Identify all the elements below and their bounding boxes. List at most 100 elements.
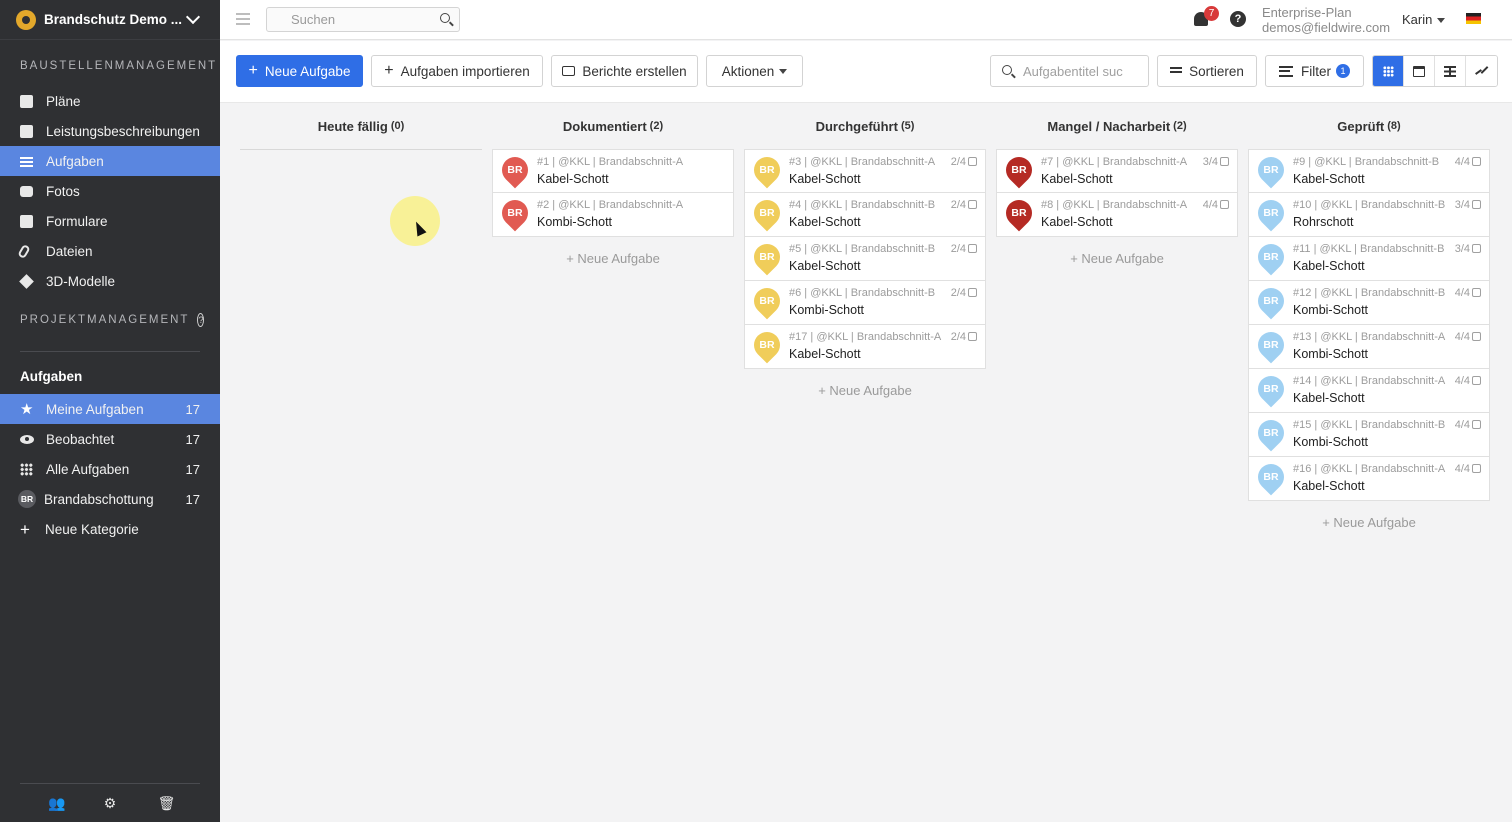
task-card[interactable]: BR #16 | @KKL | Brandabschnitt-A Kabel-Sch… bbox=[1248, 457, 1490, 501]
task-category-badge: BR bbox=[1263, 471, 1279, 483]
checklist-progress: 4/4 bbox=[1455, 419, 1481, 431]
task-card[interactable]: BR #7 | @KKL | Brandabschnitt-A Kabel-Scho… bbox=[996, 149, 1238, 193]
chart-view-button[interactable] bbox=[1466, 56, 1497, 86]
calendar-view-button[interactable] bbox=[1404, 56, 1435, 86]
category-item-5[interactable]: + Neue Kategorie bbox=[0, 514, 220, 544]
task-card[interactable]: BR #4 | @KKL | Brandabschnitt-B Kabel-Scho… bbox=[744, 193, 986, 237]
task-category-badge: BR bbox=[507, 207, 523, 219]
task-meta: #3 | @KKL | Brandabschnitt-A bbox=[789, 156, 936, 168]
checklist-count: 4/4 bbox=[1202, 199, 1218, 211]
add-task-link[interactable]: + Neue Aufgabe bbox=[744, 383, 986, 398]
sidebar: Brandschutz Demo ... BAUSTELLENMANAGEMEN… bbox=[0, 0, 220, 822]
task-categories: ★ Meine Aufgaben 17 Beobachtet 17 Alle Aufgab… bbox=[0, 394, 220, 544]
checklist-progress: 2/4 bbox=[951, 287, 977, 299]
task-card[interactable]: BR #14 | @KKL | Brandabschnitt-A Kabel-Sch… bbox=[1248, 369, 1490, 413]
checkbox-icon bbox=[1220, 157, 1229, 166]
sort-button[interactable]: Sortieren bbox=[1157, 55, 1257, 87]
sidebar-footer: 👥 ⚙ 🗑 bbox=[0, 783, 220, 822]
task-card[interactable]: BR #13 | @KKL | Brandabschnitt-A Kombi-Sch… bbox=[1248, 325, 1490, 369]
filter-label: Filter bbox=[1301, 63, 1331, 79]
sidebar-item-2[interactable]: Leistungsbeschreibungen bbox=[0, 116, 220, 146]
task-card[interactable]: BR #12 | @KKL | Brandabschnitt-B Kombi-Sch… bbox=[1248, 281, 1490, 325]
task-card[interactable]: BR #9 | @KKL | Brandabschnitt-B Kabel-Scho… bbox=[1248, 149, 1490, 193]
task-card[interactable]: BR #8 | @KKL | Brandabschnitt-A Kabel-Scho… bbox=[996, 193, 1238, 237]
create-reports-button[interactable]: Berichte erstellen bbox=[551, 55, 698, 87]
category-item-3[interactable]: Alle Aufgaben 17 bbox=[0, 454, 220, 484]
trash-icon[interactable]: 🗑 bbox=[158, 796, 176, 810]
sidebar-item-1[interactable]: Pläne bbox=[0, 86, 220, 116]
task-title: Kabel-Schott bbox=[1293, 172, 1365, 186]
task-card[interactable]: BR #5 | @KKL | Brandabschnitt-B Kabel-Scho… bbox=[744, 237, 986, 281]
section-label-project: PROJEKTMANAGEMENT ? bbox=[0, 313, 220, 327]
calendar-icon bbox=[1413, 65, 1425, 77]
checkbox-icon bbox=[1472, 464, 1481, 473]
project-switcher[interactable]: Brandschutz Demo ... bbox=[0, 0, 220, 40]
task-card[interactable]: BR #15 | @KKL | Brandabschnitt-B Kombi-Sch… bbox=[1248, 413, 1490, 457]
task-card[interactable]: BR #17 | @KKL | Brandabschnitt-A Kabel-Sch… bbox=[744, 325, 986, 369]
new-task-label: Neue Aufgabe bbox=[264, 63, 351, 79]
sidebar-item-5[interactable]: Formulare bbox=[0, 206, 220, 236]
checklist-count: 2/4 bbox=[950, 331, 966, 343]
category-item-2[interactable]: Beobachtet 17 bbox=[0, 424, 220, 454]
gear-icon[interactable]: ⚙ bbox=[103, 796, 117, 810]
checklist-progress: 4/4 bbox=[1455, 156, 1481, 168]
help-icon[interactable]: ? bbox=[197, 313, 205, 327]
users-icon[interactable]: 👥 bbox=[48, 796, 65, 810]
task-card[interactable]: BR #3 | @KKL | Brandabschnitt-A Kabel-Scho… bbox=[744, 149, 986, 193]
sidebar-item-7[interactable]: 3D-Modelle bbox=[0, 266, 220, 296]
tasks-list-icon bbox=[20, 155, 33, 168]
task-card[interactable]: BR #6 | @KKL | Brandabschnitt-B Kombi-Scho… bbox=[744, 281, 986, 325]
task-pin-icon: BR bbox=[1000, 151, 1038, 189]
checkbox-icon bbox=[1472, 157, 1481, 166]
plans-icon bbox=[20, 94, 33, 108]
search-icon[interactable] bbox=[440, 13, 450, 23]
column-count: (8) bbox=[1387, 120, 1401, 132]
task-title-search-input[interactable] bbox=[991, 56, 1148, 86]
checkbox-icon bbox=[1472, 420, 1481, 429]
task-card[interactable]: BR #10 | @KKL | Brandabschnitt-B Rohrschot… bbox=[1248, 193, 1490, 237]
column-header: Dokumentiert (2) bbox=[492, 103, 734, 149]
task-card[interactable]: BR #11 | @KKL | Brandabschnitt-B Kabel-Sch… bbox=[1248, 237, 1490, 281]
category-item-1[interactable]: ★ Meine Aufgaben 17 bbox=[0, 394, 220, 424]
topbar: 7 ? Enterprise-Plan demos@fieldwire.com … bbox=[220, 0, 1512, 40]
category-badge-icon: BR bbox=[18, 490, 36, 508]
cube-icon bbox=[19, 273, 34, 289]
checklist-count: 4/4 bbox=[1454, 419, 1470, 431]
add-task-link[interactable]: + Neue Aufgabe bbox=[996, 251, 1238, 266]
board-view-button[interactable] bbox=[1373, 56, 1404, 86]
task-category-badge: BR bbox=[759, 251, 775, 263]
sidebar-item-label: Fotos bbox=[46, 183, 80, 199]
task-category-badge: BR bbox=[1011, 207, 1027, 219]
task-card[interactable]: BR #2 | @KKL | Brandabschnitt-A Kombi-Scho… bbox=[492, 193, 734, 237]
board-column: Durchgeführt (5) BR #3 | @KKL | Brandabschn… bbox=[744, 103, 986, 398]
task-meta: #13 | @KKL | Brandabschnitt-A bbox=[1293, 331, 1446, 343]
new-task-button[interactable]: + Neue Aufgabe bbox=[236, 55, 363, 87]
category-item-4[interactable]: BR Brandabschottung 17 bbox=[0, 484, 220, 514]
user-menu[interactable]: Karin bbox=[1402, 12, 1446, 27]
column-title: Geprüft bbox=[1337, 118, 1385, 134]
checklist-progress: 2/4 bbox=[951, 156, 977, 168]
filter-button[interactable]: Filter 1 bbox=[1265, 55, 1364, 87]
column-title: Mangel / Nacharbeit bbox=[1047, 118, 1171, 134]
sidebar-item-6[interactable]: Dateien bbox=[0, 236, 220, 266]
task-pin-icon: BR bbox=[1252, 370, 1290, 408]
hamburger-menu-icon[interactable] bbox=[236, 13, 250, 15]
german-flag-icon[interactable] bbox=[1466, 13, 1481, 24]
card-list: BR #1 | @KKL | Brandabschnitt-A Kabel-Scho… bbox=[492, 149, 734, 237]
task-pin-icon: BR bbox=[1252, 326, 1290, 364]
task-card[interactable]: BR #1 | @KKL | Brandabschnitt-A Kabel-Scho… bbox=[492, 149, 734, 193]
add-task-link[interactable]: + Neue Aufgabe bbox=[492, 251, 734, 266]
import-tasks-button[interactable]: + Aufgaben importieren bbox=[371, 55, 543, 87]
global-search-input[interactable] bbox=[267, 8, 459, 31]
checkbox-icon bbox=[968, 200, 977, 209]
sidebar-item-4[interactable]: Fotos bbox=[0, 176, 220, 206]
grid-icon bbox=[20, 462, 33, 476]
task-pin-icon: BR bbox=[1252, 458, 1290, 496]
eye-icon bbox=[20, 434, 34, 444]
card-list: BR #3 | @KKL | Brandabschnitt-A Kabel-Scho… bbox=[744, 149, 986, 369]
actions-dropdown[interactable]: Aktionen bbox=[706, 55, 803, 87]
help-icon[interactable]: ? bbox=[1230, 11, 1246, 27]
sidebar-item-3[interactable]: Aufgaben bbox=[0, 146, 220, 176]
gantt-view-button[interactable] bbox=[1435, 56, 1466, 86]
add-task-link[interactable]: + Neue Aufgabe bbox=[1248, 515, 1490, 530]
